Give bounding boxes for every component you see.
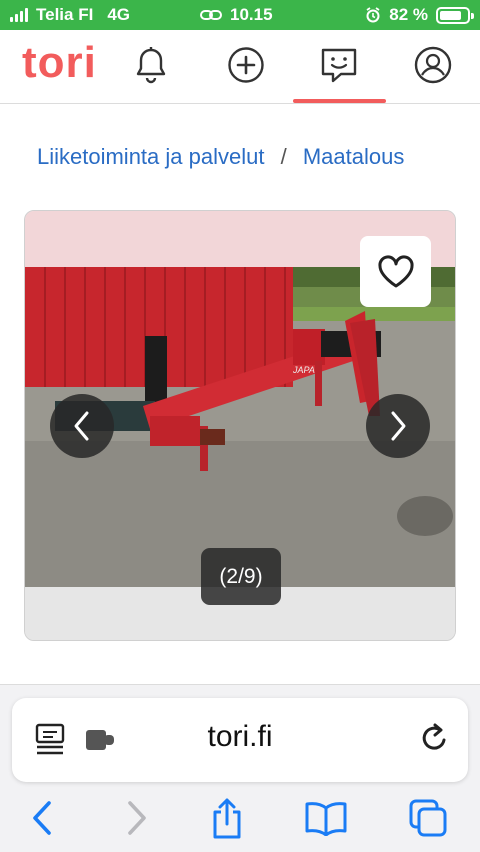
book-icon bbox=[305, 802, 347, 836]
profile-icon[interactable] bbox=[412, 44, 454, 86]
forward-button[interactable] bbox=[115, 796, 159, 840]
status-left: Telia FI 4G bbox=[10, 5, 130, 25]
chevron-left-icon bbox=[33, 801, 51, 835]
battery-fill bbox=[440, 10, 462, 20]
link-icon bbox=[200, 10, 222, 20]
bell-icon[interactable] bbox=[130, 44, 172, 86]
alarm-icon bbox=[366, 7, 380, 23]
active-tab-indicator bbox=[293, 99, 386, 103]
carrier-label: Telia FI bbox=[36, 5, 94, 24]
chevron-right-icon bbox=[128, 801, 146, 835]
tabs-button[interactable] bbox=[406, 796, 450, 840]
tabs-icon bbox=[409, 799, 447, 837]
battery-icon bbox=[436, 6, 474, 24]
next-image-button[interactable] bbox=[366, 394, 430, 458]
chevron-left-icon bbox=[74, 411, 89, 441]
chevron-right-icon bbox=[391, 411, 406, 441]
signal-icon bbox=[10, 8, 28, 22]
battery-percent: 82 % bbox=[389, 5, 428, 24]
status-right: 82 % bbox=[365, 5, 474, 25]
status-bar: Telia FI 4G 10.15 82 % bbox=[0, 0, 480, 30]
breadcrumb-separator: / bbox=[280, 144, 287, 169]
page: Telia FI 4G 10.15 82 % tori Liiketoimint… bbox=[0, 0, 480, 852]
network-label: 4G bbox=[107, 5, 130, 24]
address-bar[interactable]: tori.fi bbox=[12, 698, 468, 782]
bookmarks-button[interactable] bbox=[304, 796, 348, 840]
reload-icon[interactable] bbox=[418, 722, 450, 756]
favorite-button[interactable] bbox=[360, 236, 431, 307]
heart-icon bbox=[377, 254, 414, 287]
top-nav: tori bbox=[0, 30, 480, 104]
browser-toolbar bbox=[0, 790, 480, 846]
image-counter: (2/9) bbox=[201, 548, 281, 605]
share-button[interactable] bbox=[205, 796, 249, 840]
previous-image-button[interactable] bbox=[50, 394, 114, 458]
clock: 10.15 bbox=[230, 5, 273, 24]
url-text: tori.fi bbox=[207, 720, 273, 753]
breadcrumb-item-liiketoiminta[interactable]: Liiketoiminta ja palvelut bbox=[37, 144, 264, 169]
svg-text:JAPA: JAPA bbox=[292, 365, 315, 375]
chat-icon[interactable] bbox=[318, 44, 360, 86]
plus-circle-icon[interactable] bbox=[225, 44, 267, 86]
share-icon bbox=[213, 798, 241, 839]
back-button[interactable] bbox=[20, 796, 64, 840]
status-center: 10.15 bbox=[200, 5, 273, 25]
breadcrumb: Liiketoiminta ja palvelut / Maatalous bbox=[37, 144, 404, 170]
breadcrumb-item-maatalous[interactable]: Maatalous bbox=[303, 144, 405, 169]
image-gallery: JAPA (2/9) bbox=[24, 210, 456, 641]
tori-logo[interactable]: tori bbox=[22, 38, 97, 88]
